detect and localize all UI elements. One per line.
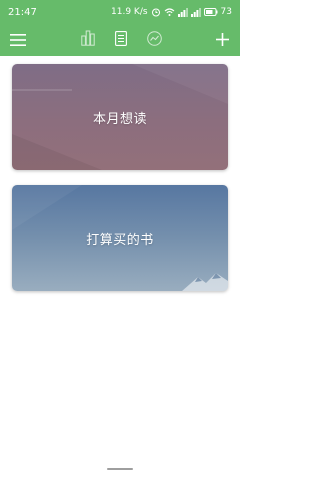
tab-trend[interactable] (144, 24, 164, 56)
bar-chart-icon (81, 30, 95, 50)
battery-icon (203, 8, 218, 16)
add-icon (215, 31, 229, 50)
home-indicator[interactable] (107, 468, 133, 470)
card-title: 打算买的书 (86, 232, 154, 248)
tab-book-list[interactable] (111, 24, 131, 56)
wifi-icon (164, 7, 175, 17)
battery-percent: 73 (220, 7, 232, 17)
card-title: 本月想读 (92, 111, 147, 127)
signal-icon (177, 7, 188, 17)
tab-statistics[interactable] (78, 24, 98, 56)
status-icons: 11.9 K/s 73 (111, 7, 232, 17)
booklist-card[interactable]: 本月想读 (12, 64, 228, 170)
signal-icon (190, 7, 201, 17)
net-speed: 11.9 K/s (111, 7, 148, 17)
add-button[interactable] (212, 24, 232, 56)
trend-icon (146, 30, 162, 50)
toolbar (0, 24, 240, 56)
menu-button[interactable] (8, 24, 28, 56)
menu-icon (10, 31, 26, 50)
booklist-card[interactable]: 打算买的书 (12, 185, 228, 291)
list-icon (115, 30, 127, 50)
status-bar: 21:47 11.9 K/s 73 (0, 0, 240, 24)
status-time: 21:47 (8, 6, 37, 18)
alarm-icon (151, 7, 161, 17)
